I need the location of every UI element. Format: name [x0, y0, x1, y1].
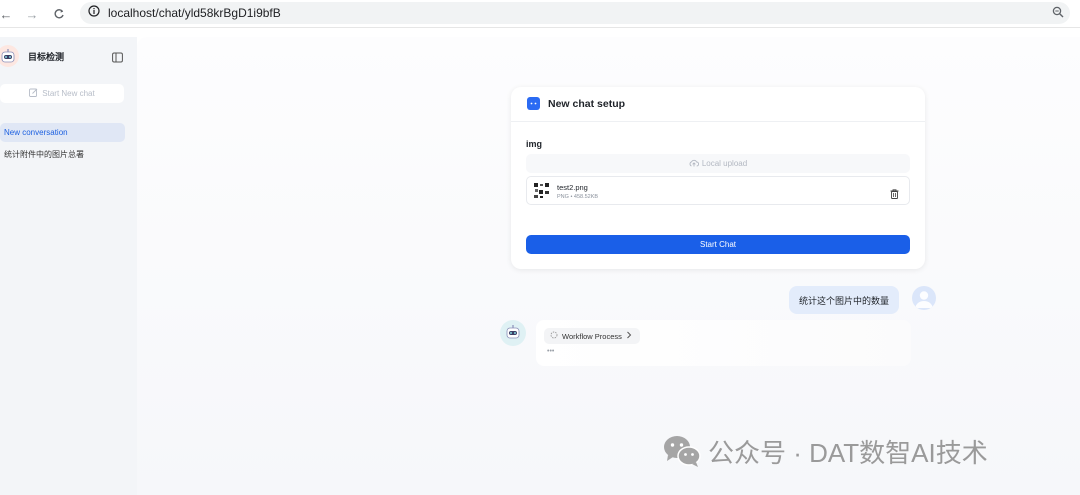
start-chat-button[interactable]: Start Chat [526, 235, 910, 254]
back-icon[interactable]: ← [0, 4, 16, 24]
sidebar-toggle-icon[interactable] [112, 50, 123, 63]
typing-indicator: ••• [547, 348, 555, 355]
address-bar[interactable]: localhost/chat/yld58krBgD1i9bfB [80, 2, 1070, 24]
url-text[interactable]: localhost/chat/yld58krBgD1i9bfB [108, 6, 281, 20]
chat-setup-card: New chat setup img Local upload test2.pn… [511, 87, 925, 269]
workflow-label: Workflow Process [562, 331, 622, 341]
sidebar: 目标检测 Start New chat New conversation 统计附… [0, 37, 137, 495]
sidebar-item-new-conversation[interactable]: New conversation [0, 123, 125, 142]
sidebar-item-history[interactable]: 统计附件中的图片总署 [0, 145, 125, 164]
workflow-process-toggle[interactable]: Workflow Process [544, 328, 640, 344]
reload-icon[interactable] [49, 4, 69, 24]
setup-title: New chat setup [548, 98, 626, 110]
file-thumbnail-icon [534, 183, 550, 199]
trash-icon[interactable] [890, 186, 899, 199]
robot-avatar-icon [0, 45, 19, 67]
browser-toolbar: ← → localhost/chat/yld58krBgD1i9bfB [0, 0, 1080, 28]
setup-header: New chat setup [511, 87, 925, 122]
local-upload-button[interactable]: Local upload [526, 154, 910, 173]
sidebar-header: 目标检测 [0, 45, 137, 67]
loading-spinner-icon [550, 331, 558, 341]
bot-message-card: Workflow Process ••• [536, 320, 911, 366]
file-meta: PNG • 458.52KB [557, 194, 599, 200]
watermark: 公众号 · DAT数智AI技术 [662, 431, 988, 471]
sidebar-item-label: New conversation [4, 128, 68, 137]
site-info-icon[interactable] [88, 4, 100, 22]
app-title: 目标检测 [28, 52, 65, 62]
user-message-bubble: 统计这个图片中的数量 [789, 286, 900, 314]
img-field-label: img [526, 139, 543, 149]
start-new-chat-button[interactable]: Start New chat [0, 84, 124, 103]
chevron-right-icon [626, 331, 632, 341]
bot-avatar [500, 320, 526, 346]
watermark-text: 公众号 · DAT数智AI技术 [708, 437, 988, 468]
forward-icon[interactable]: → [22, 4, 42, 24]
user-avatar [912, 286, 936, 310]
sidebar-item-label: 统计附件中的图片总署 [4, 150, 84, 159]
edit-icon [29, 88, 38, 99]
attached-file: test2.png PNG • 458.52KB [526, 176, 910, 205]
zoom-icon[interactable] [1052, 5, 1064, 23]
local-upload-label: Local upload [701, 159, 748, 168]
cloud-upload-icon [689, 159, 699, 169]
chat-bubble-icon [527, 97, 540, 110]
file-name: test2.png [557, 183, 588, 192]
start-new-chat-label: Start New chat [42, 89, 95, 98]
wechat-icon [662, 434, 702, 468]
